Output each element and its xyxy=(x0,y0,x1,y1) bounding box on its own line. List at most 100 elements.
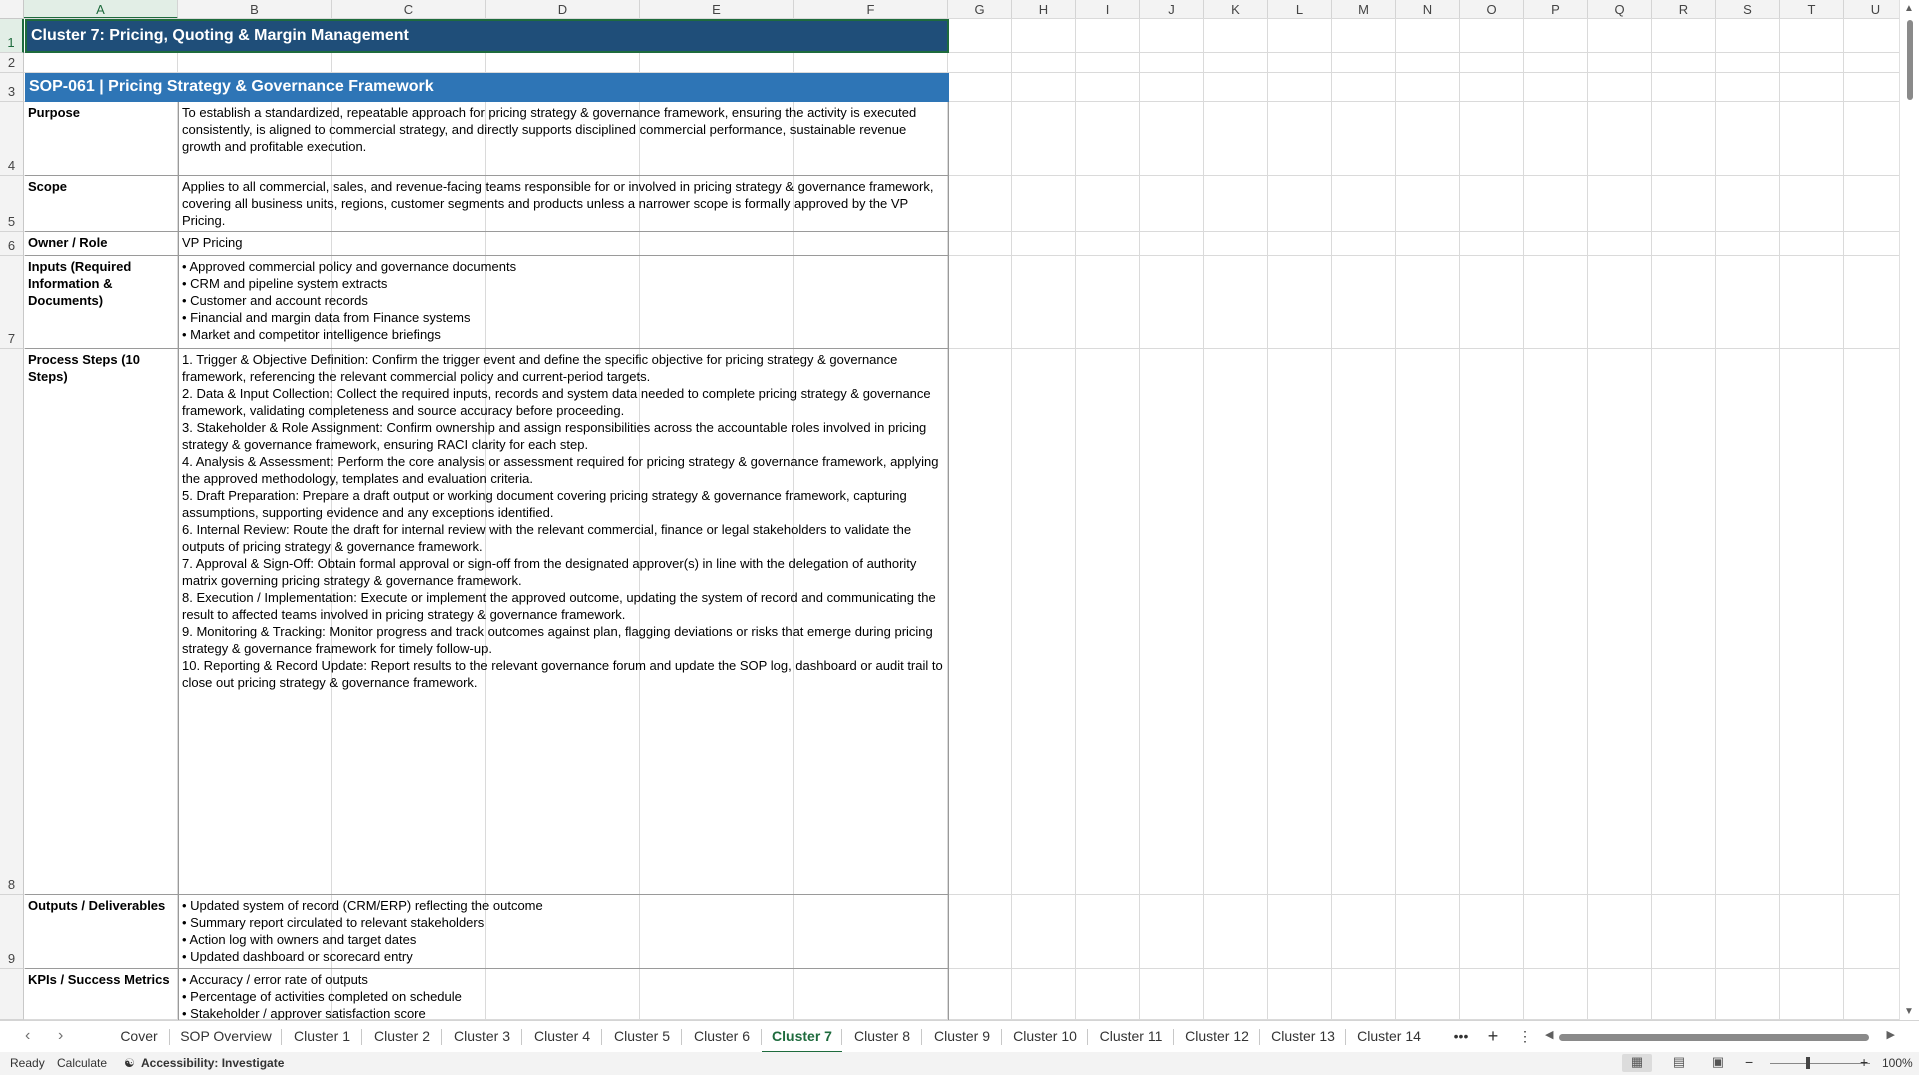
row-header-7[interactable]: 7 xyxy=(0,256,24,349)
column-header-d[interactable]: D xyxy=(486,0,640,19)
row-header-5[interactable]: 5 xyxy=(0,176,24,232)
scroll-up-icon[interactable]: ▲ xyxy=(1904,3,1914,14)
sheet-tab[interactable]: Cluster 5 xyxy=(602,1021,682,1051)
sheet-tab[interactable]: Cluster 10 xyxy=(1002,1021,1088,1051)
column-header-l[interactable]: L xyxy=(1268,0,1332,19)
row-header-9[interactable]: 9 xyxy=(0,895,24,969)
sheet-tab[interactable]: Cluster 4 xyxy=(522,1021,602,1051)
sheet-tab[interactable]: Cover xyxy=(108,1021,170,1051)
grid-vline xyxy=(1267,19,1268,1020)
page-break-view-icon[interactable]: ▣ xyxy=(1703,1054,1733,1072)
horizontal-scrollbar[interactable]: ◀ ▶ xyxy=(1545,1028,1895,1044)
field-label[interactable]: Outputs / Deliverables xyxy=(25,895,179,969)
column-header-u[interactable]: U xyxy=(1844,0,1900,19)
vertical-scroll-thumb[interactable] xyxy=(1907,20,1913,100)
sheet-tab[interactable]: Cluster 13 xyxy=(1260,1021,1346,1051)
column-header-o[interactable]: O xyxy=(1460,0,1524,19)
status-bar: Ready Calculate ☯ Accessibility: Investi… xyxy=(0,1052,1919,1075)
grid-vline xyxy=(1075,19,1076,1020)
row-header-1[interactable]: 1 xyxy=(0,19,24,53)
grid-vline xyxy=(1139,19,1140,1020)
spreadsheet-grid[interactable]: ABCDEFGHIJKLMNOPQRSTU 1 2 3 4 5 6 7 8 9 Cluster … xyxy=(0,0,1900,1020)
scroll-left-icon[interactable]: ◀ xyxy=(1545,1028,1553,1041)
scroll-down-icon[interactable]: ▼ xyxy=(1904,1006,1914,1017)
column-header-f[interactable]: F xyxy=(794,0,948,19)
sop-header-cell[interactable]: SOP-061 | Pricing Strategy & Governance … xyxy=(25,73,949,102)
field-label[interactable]: Process Steps (10 Steps) xyxy=(25,349,179,895)
add-sheet-icon[interactable]: + xyxy=(1482,1021,1504,1051)
sheet-tab[interactable]: SOP Overview xyxy=(170,1021,282,1051)
column-header-h[interactable]: H xyxy=(1012,0,1076,19)
row-number: 4 xyxy=(7,158,16,173)
next-sheet-icon[interactable]: › xyxy=(58,1027,63,1045)
column-header-c[interactable]: C xyxy=(332,0,486,19)
sheet-tab[interactable]: Cluster 6 xyxy=(682,1021,762,1051)
column-header-p[interactable]: P xyxy=(1524,0,1588,19)
field-label[interactable]: KPIs / Success Metrics xyxy=(25,969,179,1020)
sheet-tab[interactable]: Cluster 2 xyxy=(362,1021,442,1051)
column-header-e[interactable]: E xyxy=(640,0,794,19)
column-header-j[interactable]: J xyxy=(1140,0,1204,19)
sheet-tab[interactable]: Cluster 3 xyxy=(442,1021,522,1051)
status-calculate[interactable]: Calculate xyxy=(57,1056,107,1070)
field-value[interactable]: To establish a standardized, repeatable … xyxy=(179,102,949,176)
normal-view-icon[interactable]: ▦ xyxy=(1622,1054,1652,1072)
row-header-2[interactable]: 2 xyxy=(0,53,24,73)
column-header-r[interactable]: R xyxy=(1652,0,1716,19)
field-label[interactable]: Owner / Role xyxy=(25,232,179,256)
field-value[interactable]: • Updated system of record (CRM/ERP) ref… xyxy=(179,895,949,969)
column-header-g[interactable]: G xyxy=(948,0,1012,19)
column-header-s[interactable]: S xyxy=(1716,0,1780,19)
vertical-scrollbar[interactable]: ▲ ▼ xyxy=(1899,0,1919,1020)
cluster-title-cell[interactable]: Cluster 7: Pricing, Quoting & Margin Man… xyxy=(25,19,949,53)
field-value[interactable]: • Accuracy / error rate of outputs • Per… xyxy=(179,969,949,1020)
sheet-tab[interactable]: Cluster 8 xyxy=(842,1021,922,1051)
zoom-in-button[interactable]: + xyxy=(1860,1054,1868,1070)
column-header-b[interactable]: B xyxy=(178,0,332,19)
zoom-slider-track[interactable] xyxy=(1770,1063,1870,1064)
more-sheets-icon[interactable]: ••• xyxy=(1450,1021,1472,1051)
accessibility-status[interactable]: Accessibility: Investigate xyxy=(141,1056,284,1070)
column-header-k[interactable]: K xyxy=(1204,0,1268,19)
scroll-right-icon[interactable]: ▶ xyxy=(1887,1028,1895,1041)
sheet-tab[interactable]: Cluster 12 xyxy=(1174,1021,1260,1051)
field-value[interactable]: 1. Trigger & Objective Definition: Confi… xyxy=(179,349,949,895)
sheet-tab[interactable]: Cluster 1 xyxy=(282,1021,362,1051)
accessibility-icon[interactable]: ☯ xyxy=(124,1056,135,1070)
zoom-level[interactable]: 100% xyxy=(1882,1056,1913,1070)
field-value[interactable]: Applies to all commercial, sales, and re… xyxy=(179,176,949,232)
grid-vline xyxy=(1011,19,1012,1020)
column-header-m[interactable]: M xyxy=(1332,0,1396,19)
column-header-n[interactable]: N xyxy=(1396,0,1460,19)
row-number: 2 xyxy=(7,55,16,70)
field-value[interactable]: • Approved commercial policy and governa… xyxy=(179,256,949,349)
sheet-tab[interactable]: Cluster 9 xyxy=(922,1021,1002,1051)
column-header-a[interactable]: A xyxy=(24,0,178,19)
horizontal-scroll-thumb[interactable] xyxy=(1559,1034,1869,1041)
column-header-t[interactable]: T xyxy=(1780,0,1844,19)
zoom-out-button[interactable]: − xyxy=(1745,1054,1753,1070)
row-header-3[interactable]: 3 xyxy=(0,73,24,102)
row-header-8[interactable]: 8 xyxy=(0,349,24,895)
prev-sheet-icon[interactable]: ‹ xyxy=(25,1027,30,1045)
field-label[interactable]: Inputs (Required Information & Documents… xyxy=(25,256,179,349)
field-label[interactable]: Purpose xyxy=(25,102,179,176)
select-all-corner[interactable] xyxy=(0,0,24,19)
grid-vline xyxy=(1651,19,1652,1020)
row-header-4[interactable]: 4 xyxy=(0,102,24,176)
field-label[interactable]: Scope xyxy=(25,176,179,232)
zoom-slider-thumb[interactable] xyxy=(1806,1057,1810,1069)
sheet-menu-icon[interactable]: ⋮ xyxy=(1516,1021,1534,1051)
column-header-i[interactable]: I xyxy=(1076,0,1140,19)
grid-vline xyxy=(1587,19,1588,1020)
sheet-tab[interactable]: Cluster 14 xyxy=(1346,1021,1432,1051)
page-layout-view-icon[interactable]: ▤ xyxy=(1664,1054,1694,1072)
grid-vline xyxy=(1395,19,1396,1020)
sheet-tab[interactable]: Cluster 11 xyxy=(1088,1021,1174,1051)
column-header-q[interactable]: Q xyxy=(1588,0,1652,19)
sheet-tab[interactable]: Cluster 7 xyxy=(762,1021,842,1054)
row-header-6[interactable]: 6 xyxy=(0,232,24,256)
grid-vline xyxy=(1331,19,1332,1020)
row-number: 6 xyxy=(7,238,16,253)
field-value[interactable]: VP Pricing xyxy=(179,232,949,256)
